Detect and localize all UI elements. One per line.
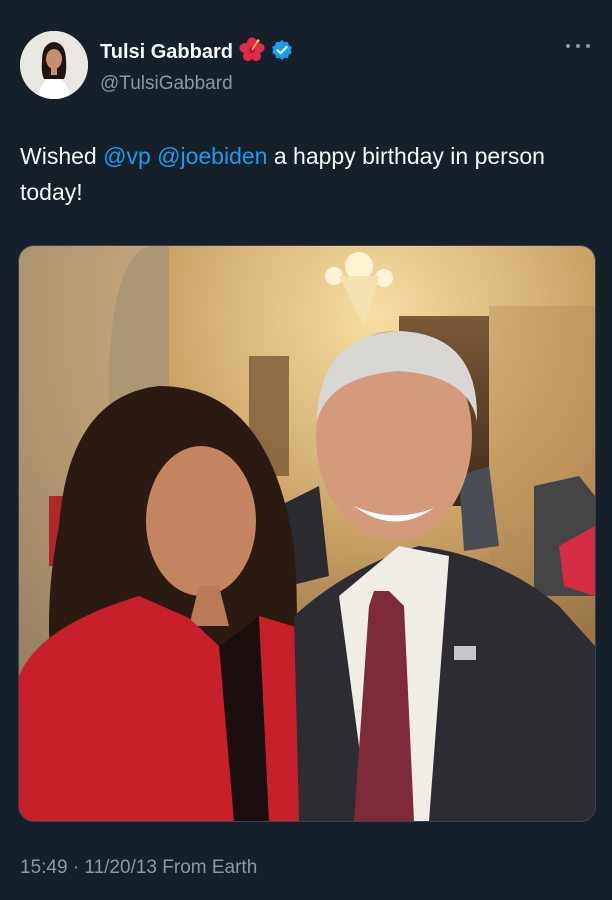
tweet-header: Tulsi Gabbard @TulsiGabbard	[20, 31, 592, 101]
display-name[interactable]: Tulsi Gabbard	[100, 41, 233, 64]
more-options-icon[interactable]	[566, 39, 590, 53]
hibiscus-icon	[239, 37, 265, 68]
handle[interactable]: @TulsiGabbard	[100, 73, 293, 95]
tweet-photo[interactable]	[18, 245, 596, 822]
avatar[interactable]	[20, 31, 88, 99]
mention-joebiden[interactable]: @joebiden	[157, 143, 267, 169]
tweet-text: Wished @vp @joebiden a happy birthday in…	[20, 138, 580, 210]
tweet-text-lead: Wished	[20, 143, 104, 169]
verified-badge-icon	[271, 39, 293, 66]
tweet-timestamp[interactable]: 15:49 · 11/20/13 From Earth	[20, 857, 257, 879]
mention-vp[interactable]: @vp	[103, 143, 151, 169]
